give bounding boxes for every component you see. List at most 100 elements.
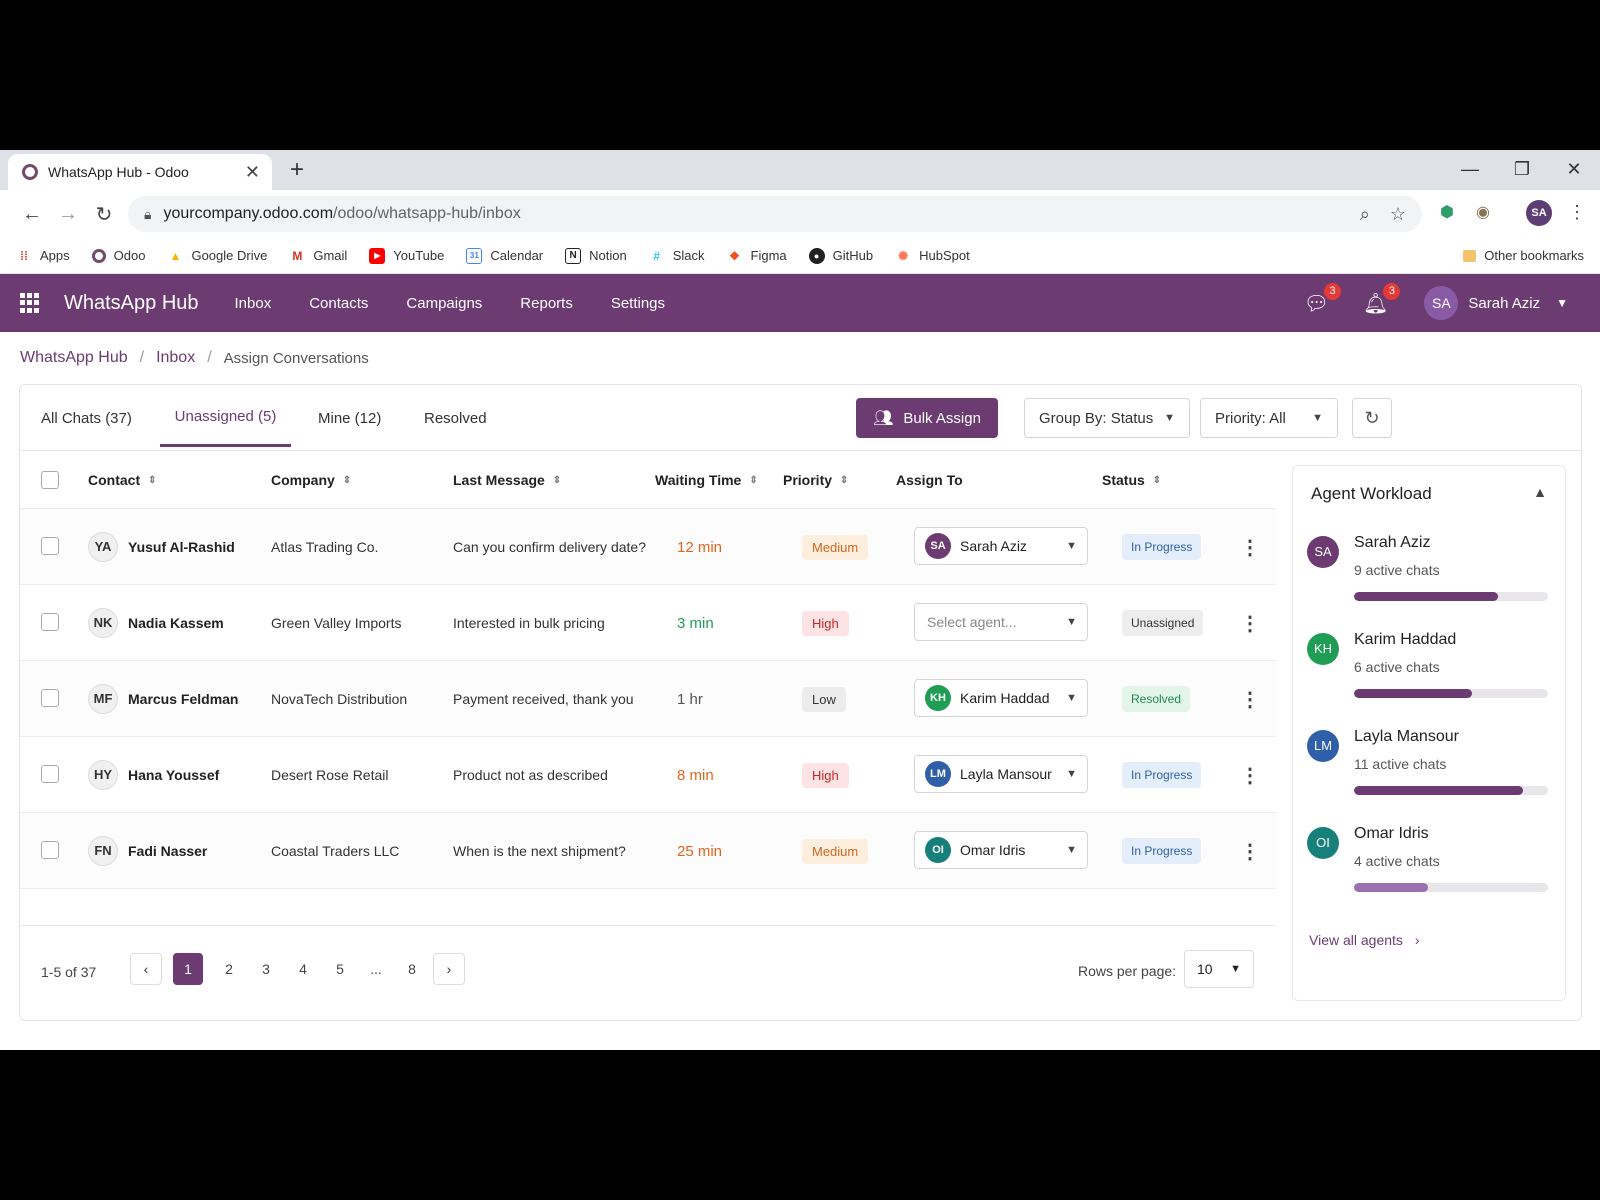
table-row[interactable]: YA Yusuf Al-Rashid Atlas Trading Co. Can… (20, 509, 1276, 585)
nav-contacts[interactable]: Contacts (309, 295, 368, 312)
row-checkbox[interactable] (41, 613, 59, 631)
app-name[interactable]: WhatsApp Hub (64, 292, 199, 315)
nav-reports[interactable]: Reports (520, 295, 573, 312)
last-message-cell[interactable]: Interested in bulk pricing (453, 585, 605, 661)
contact-name[interactable]: Nadia Kassem (128, 615, 224, 631)
restore-icon[interactable]: ❐ (1496, 150, 1548, 190)
agent-workload-item[interactable]: SA Sarah Aziz 9 active chats (1307, 528, 1553, 618)
extension-icon[interactable]: ⬢ (1440, 202, 1454, 222)
page-number[interactable]: 5 (325, 953, 355, 985)
last-message-cell[interactable]: Can you confirm delivery date? (453, 509, 646, 585)
user-name[interactable]: Sarah Aziz (1468, 295, 1540, 312)
app-menu-grid-icon[interactable] (20, 293, 40, 313)
view-all-agents-link[interactable]: View all agents › (1309, 932, 1419, 948)
forward-icon[interactable]: → (50, 203, 86, 226)
bookmark-calendar[interactable]: 31 Calendar (466, 247, 543, 264)
browser-tab[interactable]: WhatsApp Hub - Odoo ✕ (8, 154, 272, 190)
tab-unassigned[interactable]: Unassigned (5) (160, 385, 291, 447)
nav-inbox[interactable]: Inbox (235, 295, 272, 312)
more-options-icon[interactable]: ⋮ (1240, 585, 1260, 661)
bookmark-notion[interactable]: N Notion (565, 247, 627, 264)
bookmark-star-icon[interactable]: ☆ (1390, 204, 1406, 225)
chevron-up-icon[interactable]: ▲ (1533, 484, 1547, 500)
table-row[interactable]: HY Hana Youssef Desert Rose Retail Produ… (20, 737, 1276, 813)
breadcrumb-root[interactable]: WhatsApp Hub (20, 349, 128, 367)
extension-2-icon[interactable]: ◉ (1476, 202, 1490, 222)
assign-agent-select[interactable]: Select agent... ▼ (914, 603, 1088, 641)
bookmark-hubspot[interactable]: ✺ HubSpot (895, 248, 970, 264)
more-options-icon[interactable]: ⋮ (1240, 661, 1260, 737)
messages-icon[interactable]: 💬︎ 3 (1304, 282, 1341, 316)
user-avatar[interactable]: SA (1424, 286, 1459, 320)
reload-icon[interactable]: ↻ (86, 202, 122, 227)
refresh-icon[interactable]: ↻ (1352, 398, 1392, 438)
page-number[interactable]: 3 (251, 953, 281, 985)
contact-name[interactable]: Hana Youssef (128, 767, 219, 783)
header-status[interactable]: Status ⇕ (1102, 451, 1161, 509)
bookmark-figma[interactable]: ❖ Figma (727, 248, 787, 264)
contact-name[interactable]: Fadi Nasser (128, 843, 207, 859)
assign-agent-select[interactable]: SA Sarah Aziz ▼ (914, 527, 1088, 565)
rows-per-page-select[interactable]: 10 ▼ (1184, 950, 1254, 988)
tab-all-chats[interactable]: All Chats (37) (41, 385, 132, 451)
table-row[interactable]: FN Fadi Nasser Coastal Traders LLC When … (20, 813, 1276, 889)
close-window-icon[interactable]: ✕ (1548, 150, 1600, 190)
row-checkbox[interactable] (41, 841, 59, 859)
more-options-icon[interactable]: ⋮ (1240, 509, 1260, 585)
page-number[interactable]: 4 (288, 953, 318, 985)
minimize-icon[interactable]: — (1444, 150, 1496, 190)
header-last-message[interactable]: Last Message ⇕ (453, 451, 561, 509)
bookmark-slack[interactable]: # Slack (649, 248, 704, 264)
bookmark-github[interactable]: ● GitHub (808, 247, 873, 264)
row-checkbox[interactable] (41, 689, 59, 707)
new-tab-icon[interactable]: + (290, 158, 304, 182)
url-bar[interactable]: 🔒︎ yourcompany.odoo.com/odoo/whatsapp-hu… (128, 196, 1422, 232)
assign-agent-select[interactable]: OI Omar Idris ▼ (914, 831, 1088, 869)
browser-profile-avatar[interactable]: SA (1526, 200, 1552, 226)
contact-name[interactable]: Marcus Feldman (128, 691, 238, 707)
assign-agent-select[interactable]: LM Layla Mansour ▼ (914, 755, 1088, 793)
prev-page-icon[interactable]: ‹ (130, 953, 162, 985)
header-waiting-time[interactable]: Waiting Time ⇕ (655, 451, 758, 509)
bookmark-gmail[interactable]: M Gmail (289, 248, 347, 264)
breadcrumb-inbox[interactable]: Inbox (156, 349, 195, 367)
bookmark-youtube[interactable]: ▶ YouTube (369, 247, 444, 264)
table-row[interactable]: MF Marcus Feldman NovaTech Distribution … (20, 661, 1276, 737)
page-number[interactable]: 8 (397, 953, 427, 985)
bookmark-odoo[interactable]: Odoo (91, 248, 145, 263)
bell-icon[interactable]: 🔔︎ 3 (1363, 282, 1401, 316)
row-checkbox[interactable] (41, 537, 59, 555)
bookmark-apps[interactable]: ⁞⁞ Apps (16, 248, 70, 264)
more-options-icon[interactable]: ⋮ (1240, 737, 1260, 813)
row-checkbox[interactable] (41, 765, 59, 783)
select-all-checkbox[interactable] (41, 471, 59, 489)
nav-settings[interactable]: Settings (611, 295, 665, 312)
next-page-icon[interactable]: › (433, 953, 465, 985)
bookmark-google-drive[interactable]: ▲ Google Drive (167, 248, 268, 264)
agent-workload-item[interactable]: OI Omar Idris 4 active chats (1307, 819, 1553, 909)
contact-name[interactable]: Yusuf Al-Rashid (128, 539, 235, 555)
header-company[interactable]: Company ⇕ (271, 451, 351, 509)
more-options-icon[interactable]: ⋮ (1240, 813, 1260, 889)
assign-agent-select[interactable]: KH Karim Haddad ▼ (914, 679, 1088, 717)
browser-menu-icon[interactable]: ⋮ (1568, 202, 1586, 223)
url-text[interactable]: yourcompany.odoo.com/odoo/whatsapp-hub/i… (163, 205, 1339, 223)
last-message-cell[interactable]: When is the next shipment? (453, 813, 626, 889)
close-tab-icon[interactable]: ✕ (245, 162, 260, 183)
bulk-assign-button[interactable]: 👥︎ Bulk Assign (856, 398, 998, 438)
header-priority[interactable]: Priority ⇕ (783, 451, 848, 509)
group-by-select[interactable]: Group By: Status ▼ (1024, 398, 1190, 438)
page-number[interactable]: 2 (214, 953, 244, 985)
last-message-cell[interactable]: Payment received, thank you (453, 661, 634, 737)
nav-campaigns[interactable]: Campaigns (406, 295, 482, 312)
agent-workload-item[interactable]: KH Karim Haddad 6 active chats (1307, 625, 1553, 715)
other-bookmarks[interactable]: Other bookmarks (1463, 248, 1584, 263)
agent-workload-item[interactable]: LM Layla Mansour 11 active chats (1307, 722, 1553, 812)
table-row[interactable]: NK Nadia Kassem Green Valley Imports Int… (20, 585, 1276, 661)
priority-filter-select[interactable]: Priority: All ▼ (1200, 398, 1338, 438)
last-message-cell[interactable]: Product not as described (453, 737, 608, 813)
tab-mine[interactable]: Mine (12) (318, 385, 381, 451)
tab-resolved[interactable]: Resolved (424, 385, 487, 451)
back-icon[interactable]: ← (14, 203, 50, 226)
page-number[interactable]: 1 (173, 953, 203, 985)
